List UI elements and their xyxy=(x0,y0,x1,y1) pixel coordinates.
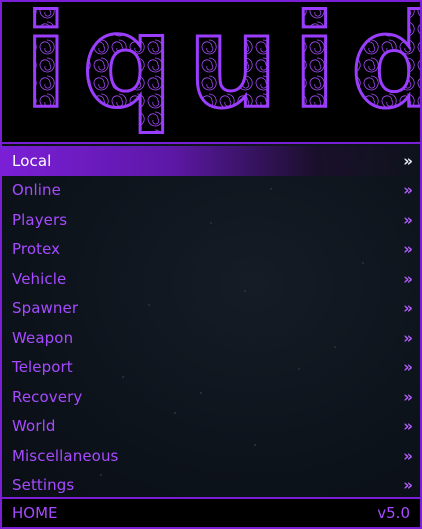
menu-item-vehicle[interactable]: Vehicle » xyxy=(2,264,420,294)
menu-item-online[interactable]: Online » xyxy=(2,176,420,206)
chevron-right-icon: » xyxy=(403,210,413,229)
menu-item-miscellaneous[interactable]: Miscellaneous » xyxy=(2,441,420,471)
menu-item-recovery[interactable]: Recovery » xyxy=(2,382,420,412)
menu-banner: liquid xyxy=(2,2,420,144)
chevron-right-icon: » xyxy=(403,269,413,288)
chevron-right-icon: » xyxy=(403,387,413,406)
menu-item-label: Local xyxy=(12,151,52,170)
chevron-right-icon: » xyxy=(403,476,413,495)
menu-item-teleport[interactable]: Teleport » xyxy=(2,353,420,383)
chevron-right-icon: » xyxy=(403,240,413,259)
menu-item-label: Recovery xyxy=(12,387,83,406)
chevron-right-icon: » xyxy=(403,417,413,436)
chevron-right-icon: » xyxy=(403,446,413,465)
menu-item-label: Online xyxy=(12,181,61,200)
menu-list: Local » Online » Players » Protex » Vehi… xyxy=(2,144,420,497)
menu-item-label: Weapon xyxy=(12,328,74,347)
menu-item-settings[interactable]: Settings » xyxy=(2,471,420,498)
menu-item-spawner[interactable]: Spawner » xyxy=(2,294,420,324)
mod-menu-window: liquid Local » Online » Players » Protex… xyxy=(0,0,422,529)
chevron-right-icon: » xyxy=(403,299,413,318)
liquid-logo: liquid xyxy=(2,2,420,139)
chevron-right-icon: » xyxy=(403,328,413,347)
menu-item-label: Players xyxy=(12,210,68,229)
menu-item-label: World xyxy=(12,417,56,436)
menu-item-local[interactable]: Local » xyxy=(2,146,420,176)
menu-item-label: Teleport xyxy=(12,358,73,377)
menu-footer: HOME v5.0 xyxy=(2,497,420,527)
menu-item-label: Protex xyxy=(12,240,61,259)
footer-home-label: HOME xyxy=(12,504,58,522)
logo-wordmark: liquid xyxy=(2,2,420,137)
version-label: v5.0 xyxy=(377,504,410,522)
menu-item-label: Spawner xyxy=(12,299,79,318)
menu-item-players[interactable]: Players » xyxy=(2,205,420,235)
menu-item-world[interactable]: World » xyxy=(2,412,420,442)
menu-item-label: Vehicle xyxy=(12,269,67,288)
menu-item-label: Settings xyxy=(12,476,75,495)
chevron-right-icon: » xyxy=(403,151,413,170)
chevron-right-icon: » xyxy=(403,181,413,200)
menu-item-weapon[interactable]: Weapon » xyxy=(2,323,420,353)
menu-item-label: Miscellaneous xyxy=(12,446,119,465)
menu-item-protex[interactable]: Protex » xyxy=(2,235,420,265)
chevron-right-icon: » xyxy=(403,358,413,377)
